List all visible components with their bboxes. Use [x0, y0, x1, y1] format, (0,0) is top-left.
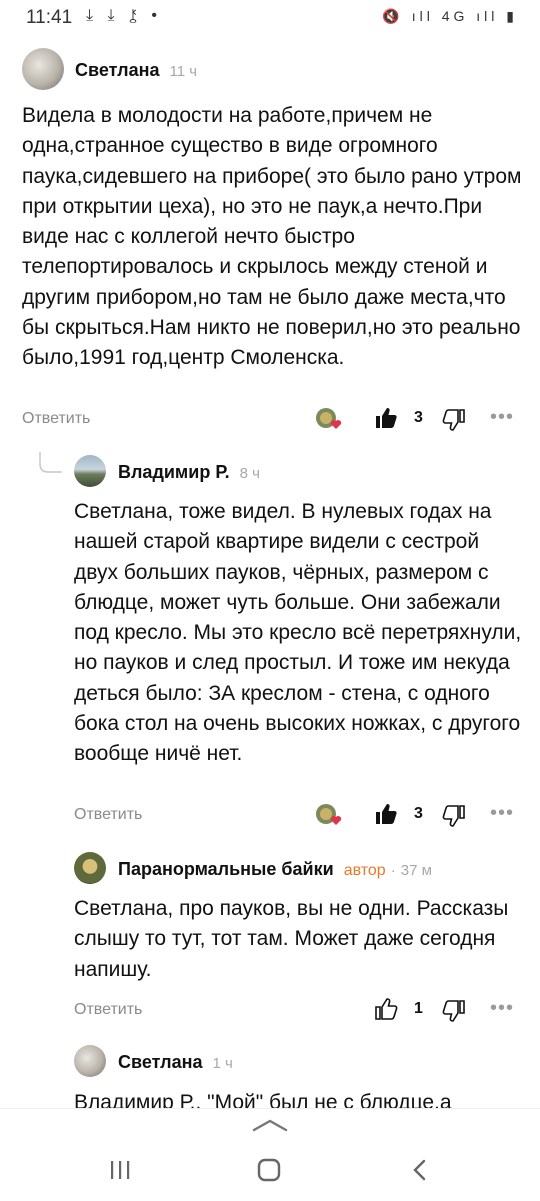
comment-text: Владимир Р., "Мой" был не с блюдце,а: [74, 1091, 452, 1110]
avatar[interactable]: [74, 455, 106, 487]
avatar[interactable]: [22, 48, 64, 90]
thumbs-up-icon[interactable]: [374, 802, 398, 826]
avatar[interactable]: [74, 1045, 106, 1077]
meta-separator: ·: [390, 862, 396, 879]
nav-home-icon[interactable]: [256, 1157, 282, 1183]
reply-button[interactable]: Ответить: [22, 410, 90, 428]
comment-time: 37 м: [400, 862, 432, 879]
comment-author-reply: Паранормальные байки автор · 37 м Светлан…: [0, 846, 540, 1036]
comment-text: Светлана, тоже видел. В нулевых годах на…: [74, 500, 522, 766]
reactions-avatar-icon: [316, 804, 342, 825]
reply-button[interactable]: Ответить: [74, 806, 142, 824]
author-badge: автор: [343, 862, 386, 879]
status-time: 11:41: [26, 7, 73, 28]
author-name[interactable]: Светлана: [75, 60, 160, 80]
comment-author[interactable]: Паранормальные байки автор · 37 м: [118, 859, 432, 880]
heart-icon: [330, 816, 342, 825]
status-system-icons: 🔇 ıll 4G ıll ▮: [382, 8, 518, 24]
thumbs-up-icon[interactable]: [374, 406, 398, 430]
comment-time: 11 ч: [169, 63, 198, 80]
comment-time: 1 ч: [212, 1055, 233, 1072]
comment-vladimir: Владимир Р. 8 ч Светлана, тоже видел. В н…: [0, 448, 540, 838]
comment-svetlana: Светлана 11 ч Видела в молодости на работ…: [0, 40, 540, 440]
comment-text: Светлана, про пауков, вы не одни. Расска…: [74, 897, 509, 981]
heart-icon: [330, 420, 342, 429]
nav-recent-icon[interactable]: [108, 1159, 132, 1181]
reactions-avatars[interactable]: [314, 406, 346, 437]
thumbs-up-icon[interactable]: [374, 997, 398, 1021]
author-name[interactable]: Паранормальные байки: [118, 859, 334, 879]
likes-count: 3: [414, 409, 423, 426]
reactions-avatar-icon: [316, 408, 342, 429]
reply-button[interactable]: Ответить: [74, 1001, 142, 1019]
comment-text: Видела в молодости на работе,причем не о…: [22, 104, 522, 370]
author-name[interactable]: Владимир Р.: [118, 462, 230, 482]
likes-count: 3: [414, 805, 423, 822]
comment-svetlana-reply: Светлана 1 ч Владимир Р., "Мой" был не с …: [0, 1040, 540, 1110]
more-icon[interactable]: •••: [490, 997, 514, 1020]
comment-author[interactable]: Владимир Р. 8 ч: [118, 462, 260, 483]
more-icon[interactable]: •••: [490, 802, 514, 825]
avatar[interactable]: [74, 852, 106, 884]
comment-author[interactable]: Светлана 1 ч: [118, 1052, 233, 1073]
thumbs-down-icon[interactable]: [442, 999, 466, 1023]
author-name[interactable]: Светлана: [118, 1052, 203, 1072]
comment-author[interactable]: Светлана 11 ч: [75, 60, 197, 81]
likes-count: 1: [414, 1000, 423, 1017]
thumbs-down-icon[interactable]: [442, 408, 466, 432]
chevron-up-icon[interactable]: [250, 1117, 290, 1133]
reactions-avatars[interactable]: [314, 802, 346, 833]
bottom-nav: [0, 1108, 540, 1201]
comment-time: 8 ч: [239, 465, 260, 482]
status-bar: 11:41 ⤓ ⤓ ⚷ • 🔇 ıll 4G ıll ▮: [0, 0, 540, 34]
thumbs-down-icon[interactable]: [442, 804, 466, 828]
nav-back-icon[interactable]: [410, 1157, 430, 1183]
more-icon[interactable]: •••: [490, 406, 514, 429]
status-notification-icons: ⤓ ⤓ ⚷ •: [86, 7, 163, 24]
